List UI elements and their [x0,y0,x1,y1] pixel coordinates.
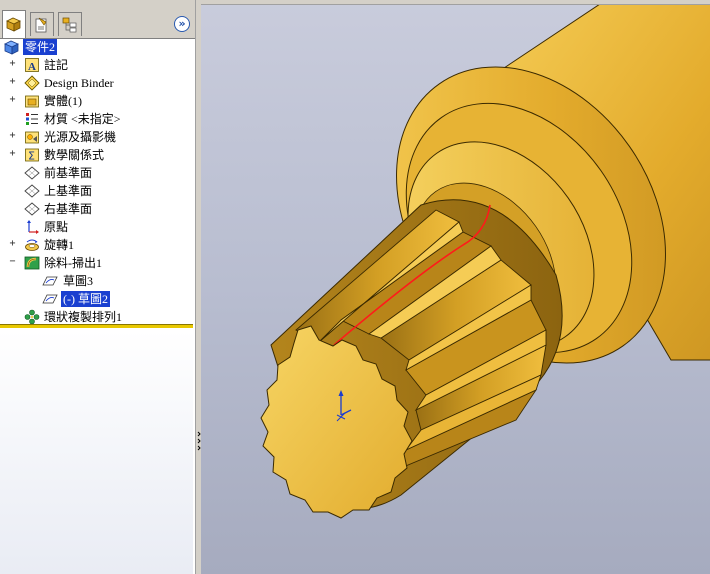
graphics-viewport[interactable] [201,0,710,574]
tree-item-sketch3[interactable]: 草圖3 [0,272,195,290]
revolve-icon [25,239,39,251]
tab-featuremanager[interactable] [2,10,26,38]
tree-item-label: 草圖3 [63,274,94,288]
property-manager-icon [35,17,47,32]
part-icon [4,40,19,55]
feature-manager-panel: » 零件2 + A 註記 + Design Binder + 實體(1) 材質 … [0,0,196,574]
lights-cameras-icon [25,131,39,144]
origin-icon [27,220,39,234]
tree-item-label: 上基準面 [44,184,93,198]
rollback-bar[interactable] [0,324,193,328]
tree-item-right-plane[interactable]: 右基準面 [0,200,195,218]
tree-item-label: 實體(1) [44,94,82,108]
panel-empty-area [0,330,193,574]
tree-item-material[interactable]: 材質 <未指定> [0,110,195,128]
tab-propertymanager[interactable] [30,12,54,36]
tree-item-label: 除料-掃出1 [44,256,102,270]
tree-item-sketch2[interactable]: (-) 草圖2 [0,290,195,308]
tree-item-front-plane[interactable]: 前基準面 [0,164,195,182]
tree-item-solid-bodies[interactable]: + 實體(1) [0,92,195,110]
expand-toggle[interactable]: + [8,59,17,69]
plane-icon [24,166,40,180]
tree-item-label: 環狀複製排列1 [44,310,123,324]
tree-item-label: Design Binder [44,76,114,90]
tree-item-design-binder[interactable]: + Design Binder [0,74,195,92]
tree-item-origin[interactable]: 原點 [0,218,195,236]
tree-item-top-plane[interactable]: 上基準面 [0,182,195,200]
annotations-icon: A [25,58,39,73]
tree-item-equations[interactable]: + Σ 數學關係式 [0,146,195,164]
tree-item-label: 前基準面 [44,166,93,180]
tree-item-label: 材質 <未指定> [44,112,121,126]
tree-item-label: 原點 [44,220,69,234]
part-name-label: 零件2 [23,39,58,55]
expand-toggle[interactable]: + [8,131,17,141]
expand-toggle[interactable]: + [8,77,17,87]
plane-icon [24,202,40,216]
expand-toggle[interactable]: + [8,95,17,105]
equations-icon: Σ [25,148,39,163]
feature-tree-icon [6,17,21,32]
tree-item-label: 旋轉1 [44,238,75,252]
tree-item-label: 數學關係式 [44,148,105,162]
configuration-manager-icon [62,17,77,32]
tree-item-label: (-) 草圖2 [61,291,110,307]
svg-text:Σ: Σ [28,150,35,163]
viewport-top-border [201,0,710,5]
sketch-icon [42,276,58,286]
collapse-toggle[interactable]: − [8,257,17,267]
tree-item-swept-cut1[interactable]: − 除料-掃出1 [0,254,195,272]
tree-item-lights-cameras[interactable]: + 光源及攝影機 [0,128,195,146]
plane-icon [24,184,40,198]
solid-bodies-icon [25,95,39,108]
expand-panel-button[interactable]: » [174,16,190,32]
design-binder-icon [24,75,40,91]
circular-pattern-icon [24,309,40,325]
sketch-icon [42,294,58,304]
tree-item-revolve1[interactable]: + 旋轉1 [0,236,195,254]
tree-item-label: 右基準面 [44,202,93,216]
expand-toggle[interactable]: + [8,149,17,159]
tree-root-part[interactable]: 零件2 [0,38,195,56]
expand-toggle[interactable]: + [8,239,17,249]
tree-item-label: 註記 [44,58,69,72]
tree-item-annotations[interactable]: + A 註記 [0,56,195,74]
panel-tab-bar: » [0,0,195,39]
tab-configurationmanager[interactable] [58,12,82,36]
svg-text:A: A [28,61,36,73]
tree-item-label: 光源及攝影機 [44,130,117,144]
swept-cut-icon [24,256,40,270]
material-icon [26,113,38,125]
shaft-model[interactable] [201,0,710,574]
